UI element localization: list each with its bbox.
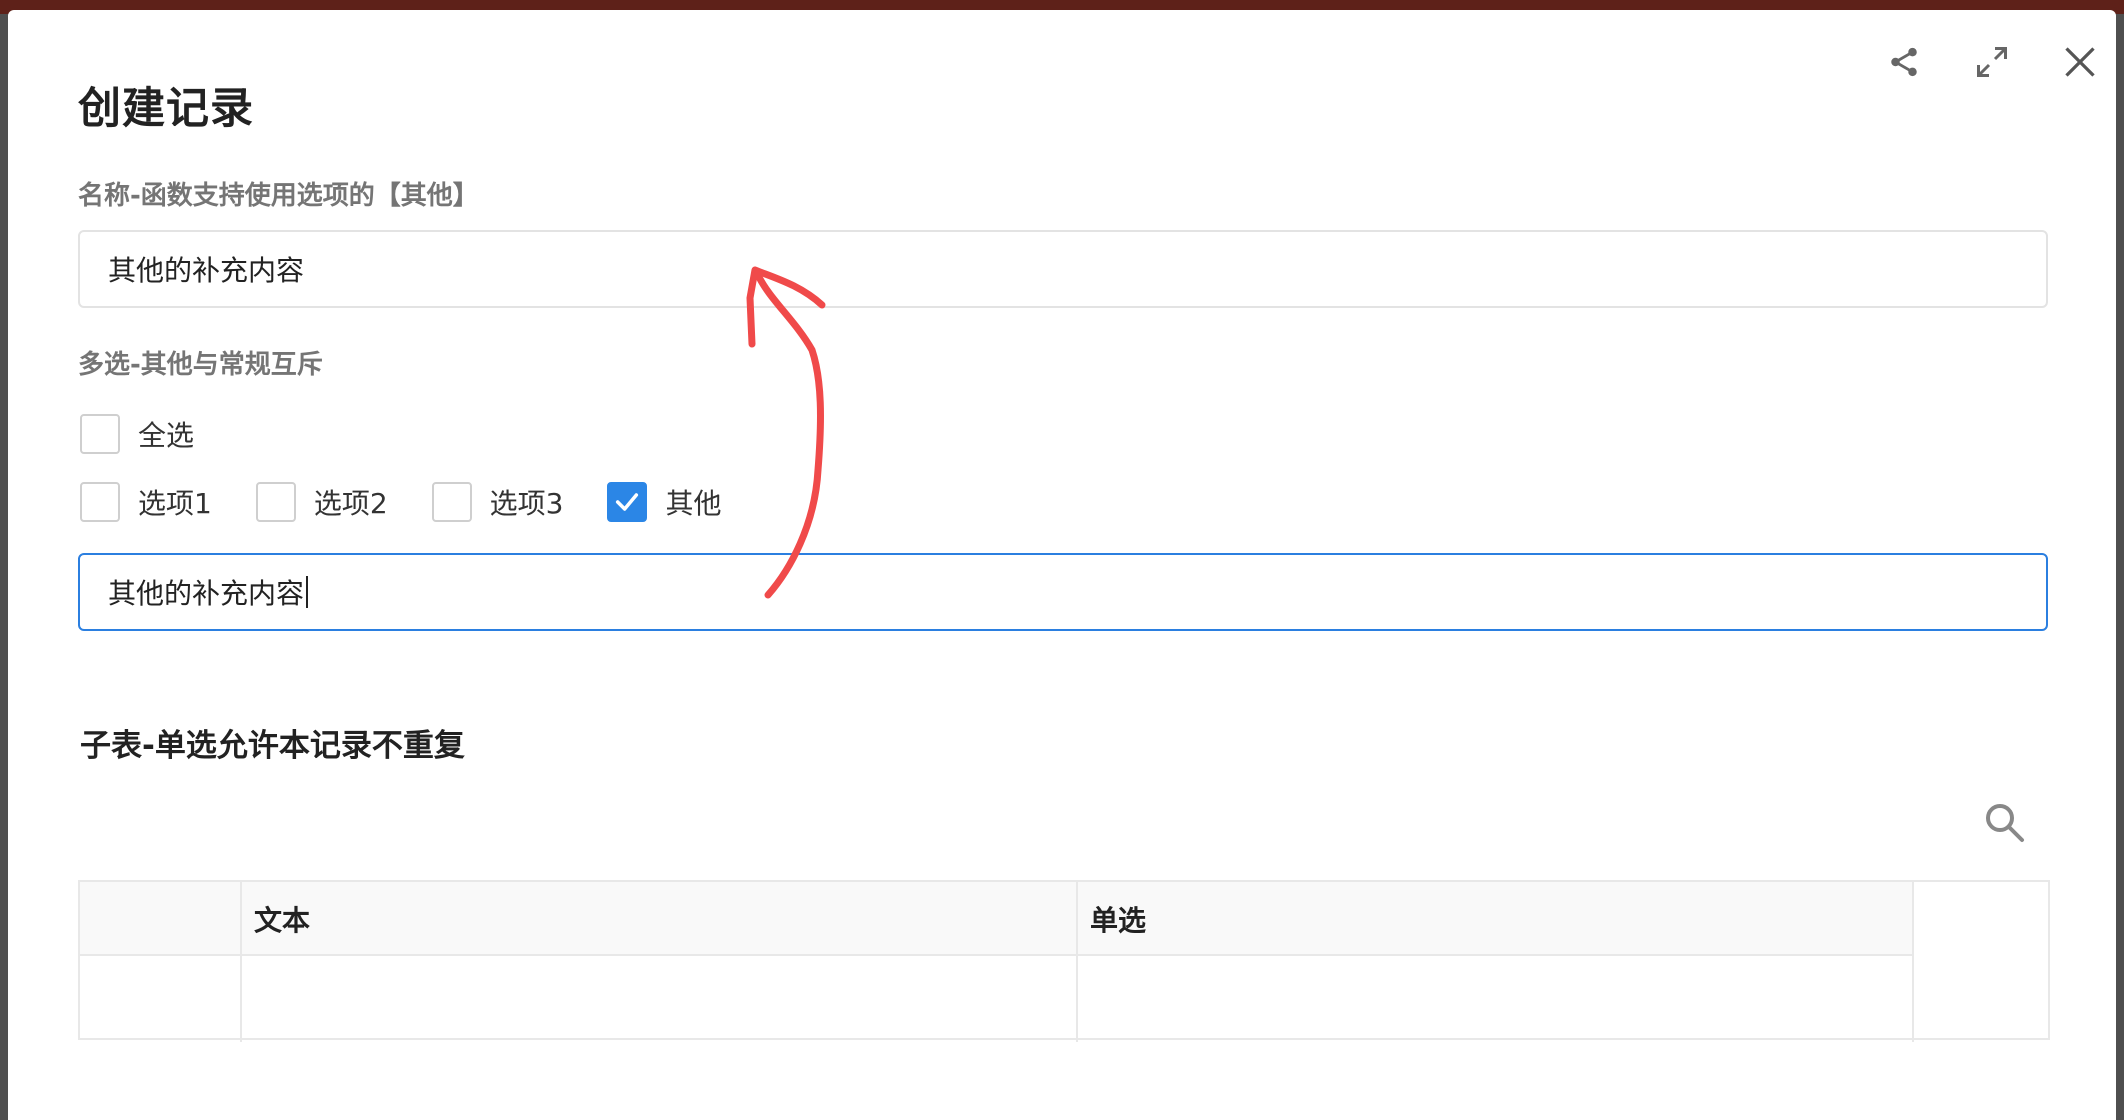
create-record-modal: 创建记录 名称-函数支持使用选项的【其他】 其他的补充内容 多选-其他与常规互斥 (8, 10, 2116, 1120)
other-supplement-input[interactable]: 其他的补充内容 (78, 553, 2048, 631)
table-header-row (80, 882, 1914, 956)
checkmark-icon (616, 493, 639, 511)
subtable-title: 子表-单选允许本记录不重复 (80, 728, 465, 764)
share-icon[interactable] (1878, 36, 1930, 88)
option-label: 选项1 (138, 487, 212, 520)
option-label: 选项2 (313, 487, 388, 520)
name-field-label: 名称-函数支持使用选项的【其他】 (78, 181, 479, 211)
option-2-checkbox[interactable]: 选项2 (255, 482, 388, 522)
option-3-checkbox[interactable]: 选项3 (431, 482, 564, 522)
column-header-single-select[interactable]: 单选 (1090, 882, 1146, 956)
text-caret (306, 576, 309, 608)
table-row[interactable] (80, 958, 1914, 1038)
checkbox-box[interactable] (80, 414, 120, 454)
other-supplement-value: 其他的补充内容 (108, 577, 305, 610)
expand-icon[interactable] (1966, 36, 2018, 88)
name-field-value: 其他的补充内容 (108, 254, 305, 287)
search-icon[interactable] (1980, 798, 2028, 846)
backdrop-left (0, 14, 8, 1120)
name-field[interactable]: 其他的补充内容 (78, 230, 2048, 308)
options-row: 选项1 选项2 选项3 其他 (80, 482, 766, 522)
backdrop-right (2116, 14, 2124, 1120)
option-other-checkbox[interactable]: 其他 (607, 482, 722, 522)
option-label: 其他 (665, 487, 722, 520)
checkbox-box-checked[interactable] (607, 482, 648, 522)
checkbox-box[interactable] (80, 482, 120, 522)
modal-title: 创建记录 (78, 84, 254, 134)
close-icon[interactable] (2054, 36, 2106, 88)
multiselect-field-label: 多选-其他与常规互斥 (78, 350, 323, 380)
option-label: 选项3 (489, 487, 564, 520)
checkbox-box[interactable] (431, 482, 472, 522)
select-all-row: 全选 (80, 414, 238, 454)
select-all-checkbox[interactable]: 全选 (80, 414, 194, 454)
option-1-checkbox[interactable]: 选项1 (80, 482, 212, 522)
checkbox-box[interactable] (255, 482, 296, 522)
subtable-grid: 文本 单选 (78, 880, 2050, 1042)
select-all-label: 全选 (138, 419, 195, 452)
column-header-text[interactable]: 文本 (254, 882, 310, 956)
